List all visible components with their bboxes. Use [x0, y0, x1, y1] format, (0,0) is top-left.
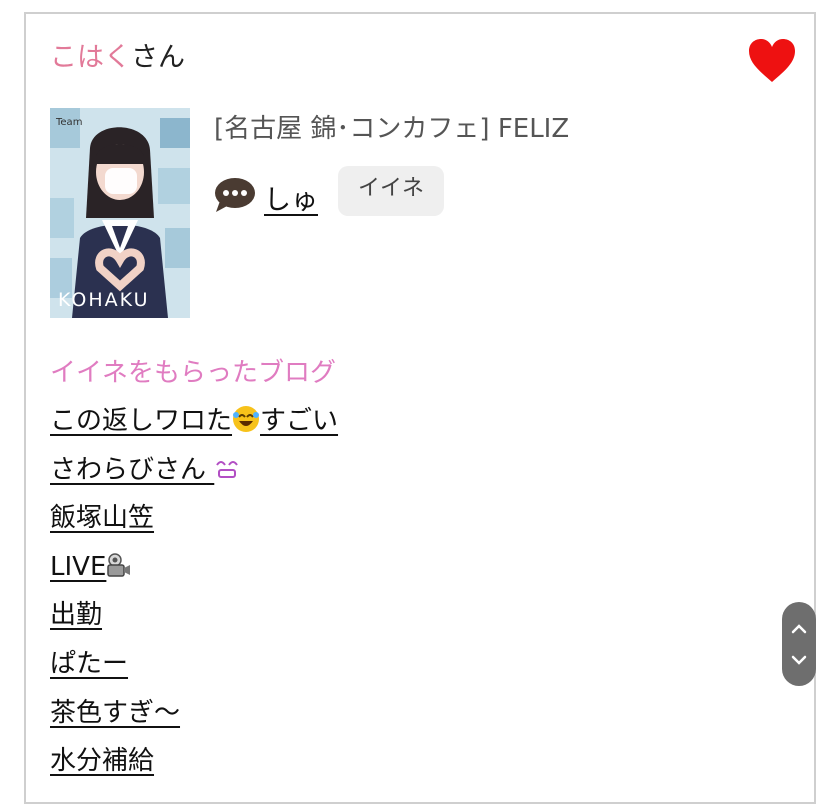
list-item: ぱたー: [50, 647, 338, 696]
svg-text:KOHAKU: KOHAKU: [58, 289, 150, 311]
blog-link-text: LIVE: [50, 551, 107, 582]
shop-name[interactable]: [名古屋 錦･コンカフェ] FELIZ: [214, 112, 569, 146]
camera-emoji-icon: [107, 553, 131, 577]
cast-photo-image: Team KOHAKU: [50, 108, 190, 318]
list-item: 出勤: [50, 598, 338, 647]
blog-link[interactable]: 飯塚山笠: [50, 503, 154, 533]
blog-link[interactable]: この返しワロた すごい: [50, 406, 338, 436]
list-item: 水分補給: [50, 744, 338, 793]
blog-link-text-after: すごい: [260, 406, 339, 436]
svg-text:Team: Team: [55, 117, 82, 128]
blog-link-text: この返しワロた: [50, 406, 233, 436]
profile-card: こはくさん Team KOHAKU [名古屋 錦･コンカフェ] FELIZ しゅ…: [24, 12, 816, 804]
chevron-up-icon[interactable]: [791, 622, 807, 634]
blog-link[interactable]: LIVE: [50, 552, 132, 582]
speech-bubble-icon: [215, 178, 255, 212]
iine-button[interactable]: イイネ: [338, 166, 445, 216]
chevron-down-icon[interactable]: [791, 654, 807, 666]
list-item: 茶色すぎ〜: [50, 696, 338, 745]
cast-photo[interactable]: Team KOHAKU: [50, 108, 190, 318]
cast-name-link[interactable]: しゅ: [264, 178, 318, 217]
blog-link[interactable]: 水分補給: [50, 746, 154, 776]
blog-link-text: さわらびさん: [50, 454, 207, 485]
laughing-emoji-icon: [233, 406, 260, 432]
heart-icon[interactable]: [748, 38, 796, 84]
blog-link[interactable]: 出勤: [50, 600, 102, 630]
liked-blogs-heading: イイネをもらったブログ: [50, 358, 337, 388]
list-item: この返しワロた すごい: [50, 404, 338, 453]
list-item: LIVE: [50, 550, 338, 599]
scroll-control: [782, 602, 816, 686]
blog-link[interactable]: ぱたー: [50, 649, 128, 679]
name-suffix: さん: [131, 42, 185, 73]
list-item: さわらびさん: [50, 453, 338, 502]
cast-display-name[interactable]: こはく: [50, 42, 131, 73]
list-item: 飯塚山笠: [50, 501, 338, 550]
blog-link[interactable]: 茶色すぎ〜: [50, 698, 180, 728]
liked-blog-list: この返しワロた すごい さわらびさん 飯塚山笠 LIVE 出勤 ぱたー 茶色すぎ〜…: [50, 404, 338, 793]
smile-emoji-icon: [216, 460, 239, 478]
cast-row: しゅ イイネ: [214, 166, 445, 220]
card-header-title: こはくさん: [50, 42, 185, 74]
blog-link[interactable]: さわらびさん: [50, 455, 240, 485]
